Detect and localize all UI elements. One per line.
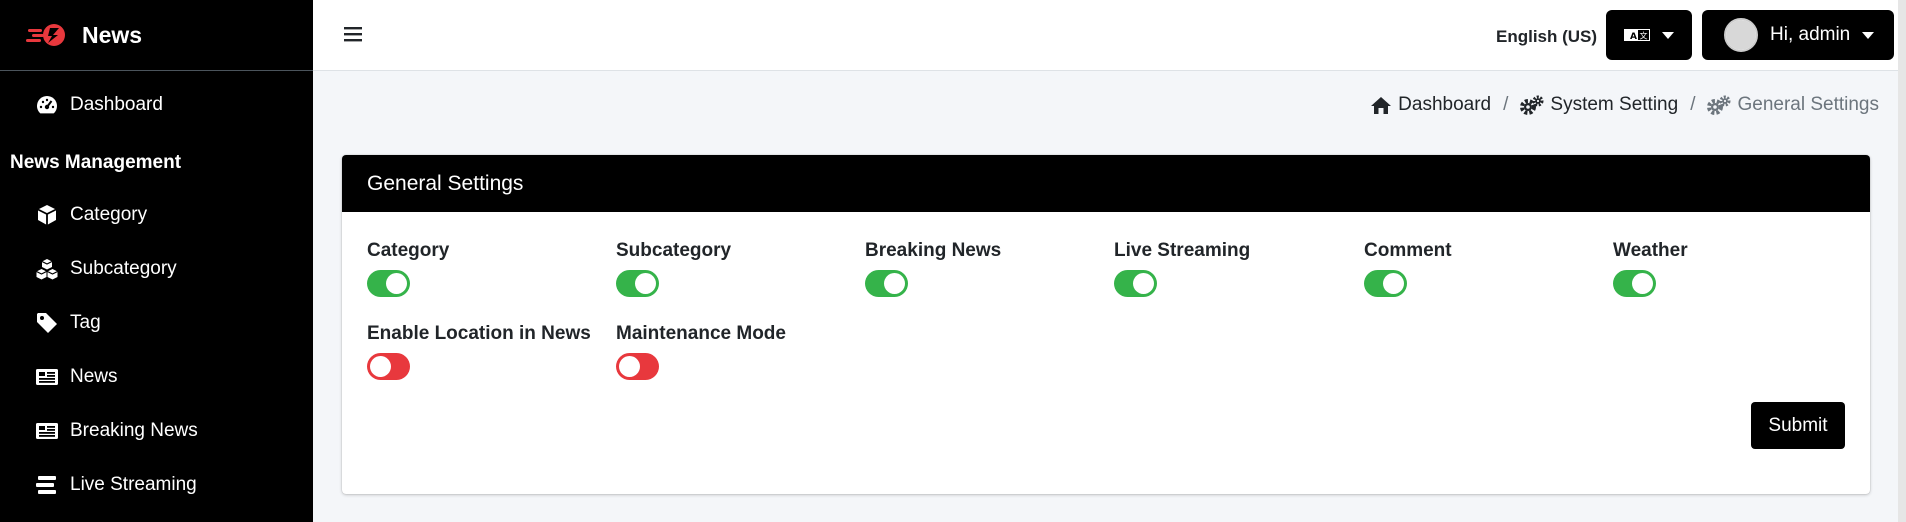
weather-toggle[interactable] — [1613, 270, 1656, 297]
gears-icon — [1520, 95, 1544, 115]
gauge-icon — [34, 94, 60, 116]
setting-breaking-news: Breaking News — [865, 240, 1002, 297]
sidebar-item-tag[interactable]: Tag — [0, 296, 313, 350]
enable-location-toggle[interactable] — [367, 353, 410, 380]
sidebar-item-label: Category — [70, 204, 148, 225]
breadcrumb: Dashboard / System Setting / General Set… — [1370, 94, 1879, 116]
setting-enable-location: Enable Location in News — [367, 323, 591, 380]
stream-icon — [34, 474, 60, 496]
general-settings-card: General Settings Category Subcategory Br… — [342, 155, 1870, 494]
setting-live-streaming: Live Streaming — [1114, 240, 1251, 297]
user-greeting: Hi, admin — [1770, 24, 1851, 45]
setting-label: Category — [367, 240, 450, 261]
setting-weather: Weather — [1613, 240, 1688, 297]
breaking-news-toggle[interactable] — [865, 270, 908, 297]
sidebar-item-category[interactable]: Category — [0, 188, 313, 242]
sidebar-item-live-streaming[interactable]: Live Streaming — [0, 458, 313, 512]
svg-text:A: A — [1630, 32, 1637, 42]
sidebar-item-label: Live Streaming — [70, 474, 197, 495]
brand[interactable]: News — [0, 0, 313, 71]
submit-button[interactable]: Submit — [1751, 402, 1845, 449]
sidebar-item-label: Dashboard — [70, 94, 163, 115]
breadcrumb-separator: / — [1690, 94, 1696, 115]
sidebar-item-news[interactable]: News — [0, 350, 313, 404]
cube-icon — [34, 204, 60, 226]
sidebar: News Dashboard News Management Category … — [0, 0, 313, 522]
breadcrumb-general-settings: General Settings — [1707, 94, 1879, 116]
breadcrumb-dashboard[interactable]: Dashboard — [1370, 94, 1491, 116]
language-label: English (US) — [1496, 27, 1598, 46]
setting-label: Comment — [1364, 240, 1452, 261]
setting-comment: Comment — [1364, 240, 1452, 297]
hamburger-icon[interactable] — [343, 24, 363, 44]
news-logo-icon — [26, 24, 65, 46]
chevron-down-icon — [1862, 31, 1875, 39]
card-title: General Settings — [342, 155, 1870, 212]
sidebar-item-label: Tag — [70, 312, 101, 333]
topbar: English (US) A 文 Hi, admin — [313, 0, 1906, 71]
sidebar-item-subcategory[interactable]: Subcategory — [0, 242, 313, 296]
language-dropdown-button[interactable]: A 文 — [1606, 10, 1692, 60]
setting-label: Weather — [1613, 240, 1688, 261]
user-menu-button[interactable]: Hi, admin — [1702, 10, 1894, 60]
setting-subcategory: Subcategory — [616, 240, 732, 297]
setting-label: Enable Location in News — [367, 323, 591, 344]
scrollbar[interactable] — [1898, 0, 1906, 522]
breadcrumb-separator: / — [1503, 94, 1509, 115]
avatar — [1724, 18, 1758, 52]
setting-category: Category — [367, 240, 450, 297]
setting-label: Breaking News — [865, 240, 1002, 261]
svg-text:文: 文 — [1640, 31, 1648, 41]
live-streaming-toggle[interactable] — [1114, 270, 1157, 297]
tag-icon — [34, 312, 60, 334]
chevron-down-icon — [1662, 31, 1674, 39]
setting-label: Subcategory — [616, 240, 732, 261]
breadcrumb-label: System Setting — [1550, 94, 1679, 115]
sidebar-item-label: News — [70, 366, 118, 387]
translate-icon: A 文 — [1624, 29, 1650, 42]
newspaper-icon — [34, 366, 60, 388]
maintenance-mode-toggle[interactable] — [616, 353, 659, 380]
newspaper-icon — [34, 420, 60, 442]
breadcrumb-system-setting[interactable]: System Setting — [1520, 94, 1678, 116]
setting-label: Maintenance Mode — [616, 323, 786, 344]
breadcrumb-label: Dashboard — [1398, 94, 1492, 115]
gears-icon — [1707, 95, 1731, 115]
setting-label: Live Streaming — [1114, 240, 1251, 261]
category-toggle[interactable] — [367, 270, 410, 297]
comment-toggle[interactable] — [1364, 270, 1407, 297]
sidebar-item-label: Subcategory — [70, 258, 177, 279]
sidebar-item-breaking-news[interactable]: Breaking News — [0, 404, 313, 458]
sidebar-item-label: Breaking News — [70, 420, 198, 441]
sidebar-item-dashboard[interactable]: Dashboard — [0, 78, 313, 132]
brand-title: News — [82, 21, 143, 48]
cubes-icon — [34, 258, 60, 280]
subcategory-toggle[interactable] — [616, 270, 659, 297]
home-icon — [1371, 96, 1392, 114]
sidebar-section-header: News Management — [10, 152, 182, 173]
setting-maintenance-mode: Maintenance Mode — [616, 323, 786, 380]
breadcrumb-label: General Settings — [1737, 94, 1879, 115]
